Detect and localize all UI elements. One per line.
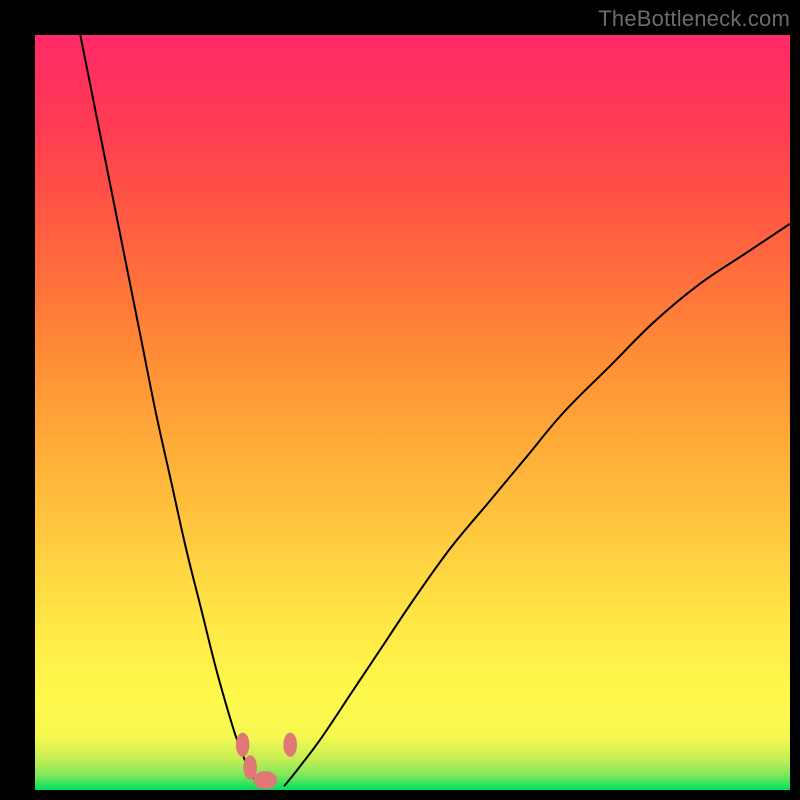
curve-left-branch bbox=[80, 35, 261, 786]
watermark-text: TheBottleneck.com bbox=[598, 6, 790, 32]
data-marker bbox=[283, 733, 297, 757]
chart-frame: TheBottleneck.com bbox=[0, 0, 800, 800]
curve-right-branch bbox=[284, 224, 790, 786]
data-marker bbox=[236, 733, 250, 757]
curves-svg bbox=[35, 35, 790, 790]
plot-area bbox=[35, 35, 790, 790]
data-marker bbox=[253, 771, 277, 789]
